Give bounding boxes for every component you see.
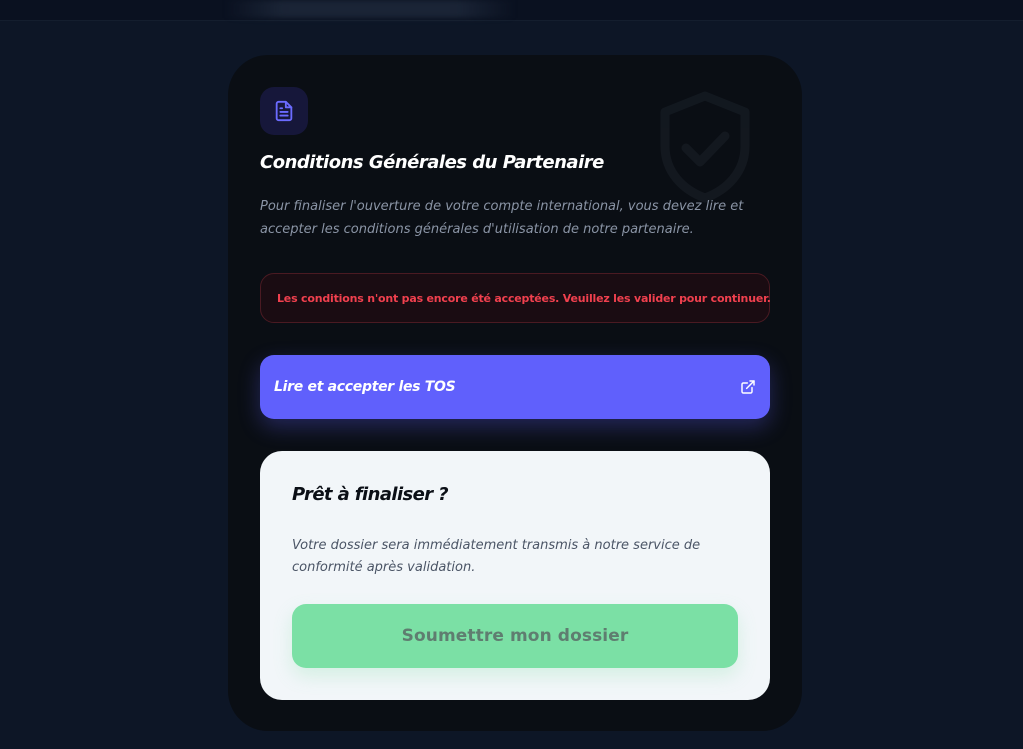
terms-card: Conditions Générales du Partenaire Pour … — [228, 55, 802, 731]
submit-button-label: Soumettre mon dossier — [401, 626, 629, 646]
finalize-panel: Prêt à finaliser ? Votre dossier sera im… — [260, 451, 770, 700]
finalize-title: Prêt à finaliser ? — [292, 484, 449, 505]
error-alert: Les conditions n'ont pas encore été acce… — [260, 273, 771, 323]
document-badge — [260, 87, 308, 135]
document-icon — [275, 100, 293, 122]
top-bar — [0, 0, 1023, 21]
tos-button-label: Lire et accepter les TOS — [274, 379, 456, 395]
blurred-header-content — [225, 0, 515, 18]
page-description: Pour finaliser l'ouverture de votre comp… — [260, 199, 744, 237]
finalize-description: Votre dossier sera immédiatement transmi… — [292, 538, 701, 575]
shield-check-icon — [660, 91, 750, 203]
submit-dossier-button[interactable]: Soumettre mon dossier — [292, 604, 738, 668]
page-title: Conditions Générales du Partenaire — [260, 152, 604, 173]
alert-message: Les conditions n'ont pas encore été acce… — [277, 291, 771, 305]
external-link-icon — [741, 380, 755, 394]
read-accept-tos-button[interactable]: Lire et accepter les TOS — [260, 355, 770, 419]
